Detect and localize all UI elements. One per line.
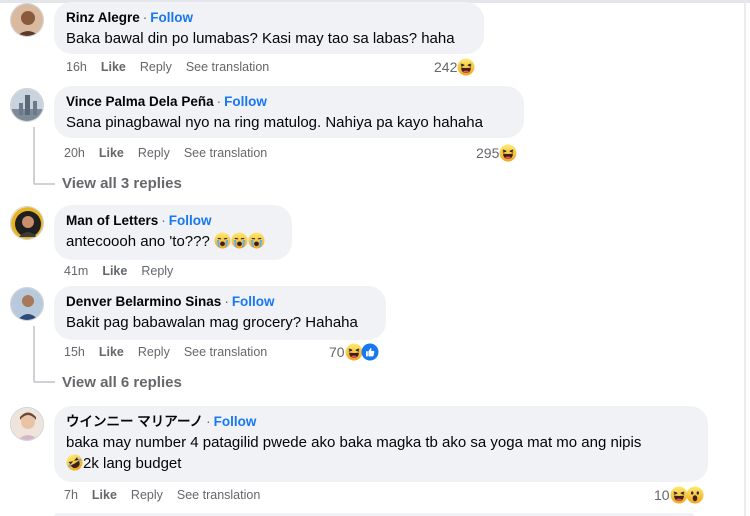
commenter-name[interactable]: Man of Letters bbox=[66, 213, 158, 228]
like-button[interactable]: Like bbox=[99, 146, 124, 160]
timestamp[interactable]: 20h bbox=[64, 146, 85, 160]
comment-text: antecoooh ano 'to??? bbox=[66, 233, 210, 250]
reaction-count: 70 bbox=[329, 344, 345, 360]
follow-button[interactable]: Follow bbox=[150, 10, 193, 25]
reply-button[interactable]: Reply bbox=[131, 488, 163, 502]
see-translation-link[interactable]: See translation bbox=[184, 345, 267, 359]
loudly-crying-face-icon bbox=[248, 232, 265, 255]
like-button[interactable]: Like bbox=[92, 488, 117, 502]
comment-actions: 41m Like Reply bbox=[64, 264, 187, 278]
loudly-crying-face-icon bbox=[231, 232, 248, 255]
comment-text-line: 2k lang budget bbox=[83, 455, 182, 472]
timestamp[interactable]: 7h bbox=[64, 488, 78, 502]
avatar[interactable] bbox=[10, 3, 44, 37]
view-replies-link[interactable]: View all 3 replies bbox=[62, 175, 182, 192]
haha-reaction-icon bbox=[499, 144, 517, 162]
like-button[interactable]: Like bbox=[101, 60, 126, 74]
comment-actions: 20h Like Reply See translation bbox=[64, 146, 281, 160]
comment-text: Bakit pag babawalan mag grocery? Hahaha bbox=[66, 314, 358, 331]
reaction-summary[interactable]: 295 bbox=[476, 144, 517, 162]
scrollbar-track[interactable] bbox=[744, 0, 746, 516]
commenter-name[interactable]: Rinz Alegre bbox=[66, 10, 140, 25]
reply-thread-line bbox=[35, 381, 55, 383]
rolling-on-floor-laughing-icon bbox=[66, 454, 83, 477]
follow-button[interactable]: Follow bbox=[224, 94, 267, 109]
reply-thread-line bbox=[33, 127, 35, 185]
reaction-summary[interactable]: 10 bbox=[654, 486, 704, 504]
view-replies-link[interactable]: View all 6 replies bbox=[62, 374, 182, 391]
reaction-count: 295 bbox=[476, 145, 500, 161]
comment-text: Sana pinagbawal nyo na ring matulog. Nah… bbox=[66, 114, 483, 131]
avatar[interactable] bbox=[10, 88, 44, 122]
reply-thread-line bbox=[33, 326, 35, 383]
timestamp[interactable]: 41m bbox=[64, 264, 88, 278]
comment-bubble: Denver Belarmino Sinas · Follow Bakit pag … bbox=[54, 286, 386, 340]
reaction-summary[interactable]: 242 bbox=[434, 58, 475, 76]
reply-button[interactable]: Reply bbox=[138, 146, 170, 160]
timestamp[interactable]: 16h bbox=[66, 60, 87, 74]
comment-text: Baka bawal din po lumabas? Kasi may tao … bbox=[66, 30, 455, 47]
reply-button[interactable]: Reply bbox=[140, 60, 172, 74]
avatar[interactable] bbox=[10, 206, 44, 240]
avatar[interactable] bbox=[10, 287, 44, 321]
reply-thread-line bbox=[35, 183, 55, 185]
avatar[interactable] bbox=[10, 407, 44, 441]
loudly-crying-face-icon bbox=[214, 232, 231, 255]
reply-button[interactable]: Reply bbox=[141, 264, 173, 278]
reaction-count: 10 bbox=[654, 487, 670, 503]
like-button[interactable]: Like bbox=[99, 345, 124, 359]
comment-bubble: ウインニー マリアーノ · Follow baka may number 4 pat… bbox=[54, 406, 708, 482]
follow-button[interactable]: Follow bbox=[169, 213, 212, 228]
commenter-name[interactable]: Denver Belarmino Sinas bbox=[66, 294, 221, 309]
like-button[interactable]: Like bbox=[102, 264, 127, 278]
haha-reaction-icon bbox=[457, 58, 475, 76]
commenter-name[interactable]: ウインニー マリアーノ bbox=[66, 414, 203, 429]
timestamp[interactable]: 15h bbox=[64, 345, 85, 359]
comment-bubble: Vince Palma Dela Peña · Follow Sana pinagb… bbox=[54, 86, 524, 138]
like-reaction-icon bbox=[361, 343, 379, 361]
follow-button[interactable]: Follow bbox=[214, 414, 257, 429]
comment-actions: 7h Like Reply See translation bbox=[64, 488, 274, 502]
comment-text-line: baka may number 4 patagilid pwede ako ba… bbox=[66, 434, 642, 451]
reaction-summary[interactable]: 70 bbox=[329, 343, 379, 361]
reply-button[interactable]: Reply bbox=[138, 345, 170, 359]
follow-button[interactable]: Follow bbox=[232, 294, 275, 309]
see-translation-link[interactable]: See translation bbox=[184, 146, 267, 160]
reaction-count: 242 bbox=[434, 59, 458, 75]
comment-actions: 16h Like Reply See translation bbox=[66, 60, 283, 74]
see-translation-link[interactable]: See translation bbox=[177, 488, 260, 502]
see-translation-link[interactable]: See translation bbox=[186, 60, 269, 74]
wow-reaction-icon bbox=[686, 486, 704, 504]
comment-bubble: Rinz Alegre · Follow Baka bawal din po lum… bbox=[54, 2, 484, 54]
comment-bubble: Man of Letters · Follow antecoooh ano 'to?… bbox=[54, 205, 292, 260]
comment-actions: 15h Like Reply See translation bbox=[64, 345, 281, 359]
commenter-name[interactable]: Vince Palma Dela Peña bbox=[66, 94, 214, 109]
